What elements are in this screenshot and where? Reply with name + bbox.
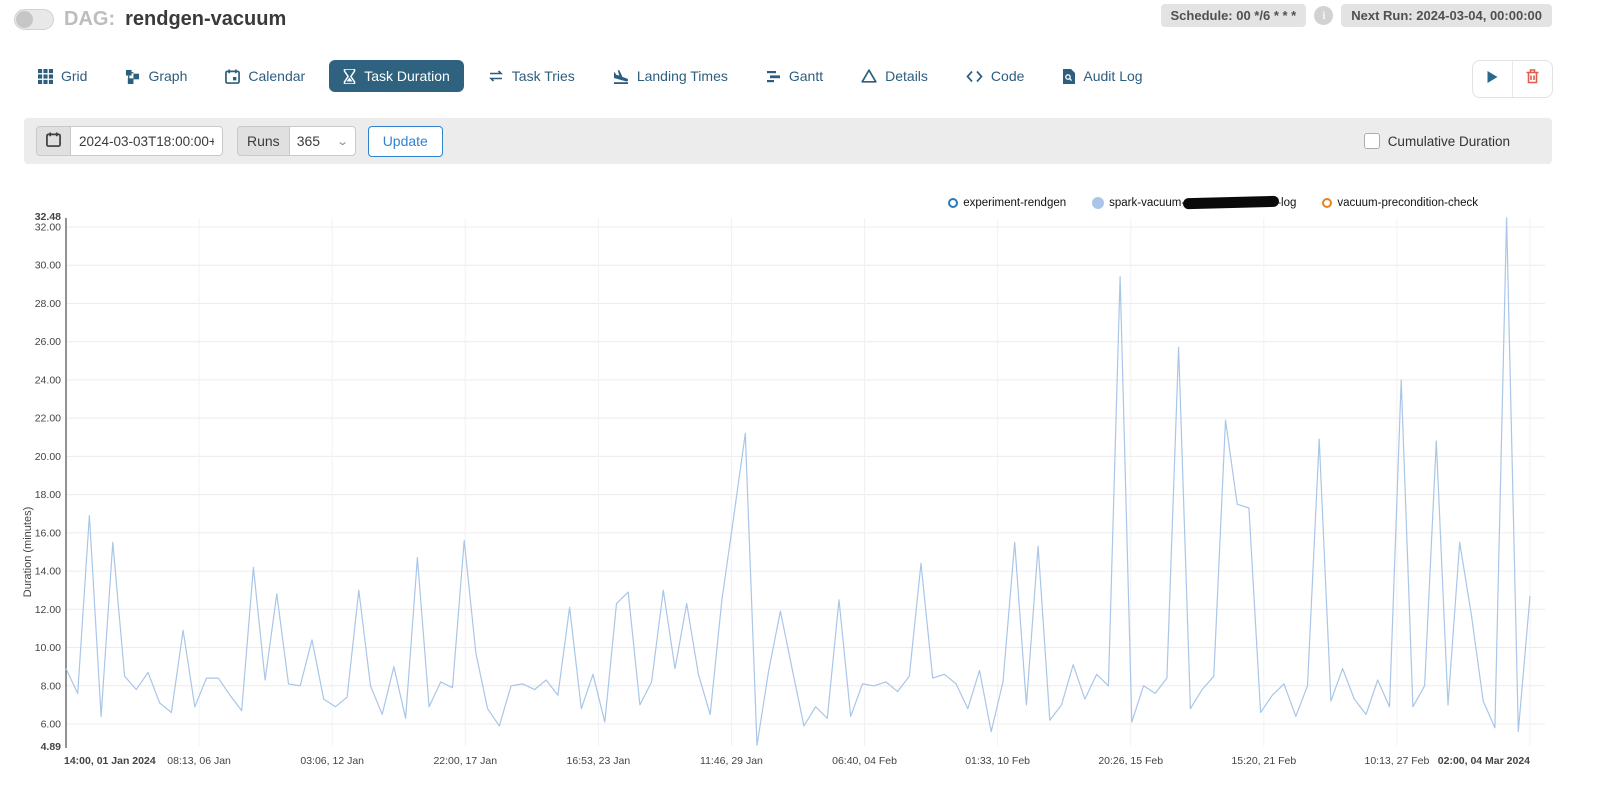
play-icon [1486,70,1499,89]
schedule-badge: Schedule: 00 */6 * * * [1161,4,1307,27]
legend-label: experiment-rendgen [963,197,1066,209]
calendar-small-icon [46,132,61,150]
svg-text:30.00: 30.00 [35,260,61,272]
legend-marker-hollow-orange [1322,198,1332,208]
svg-text:32.00: 32.00 [35,222,61,234]
dag-header: DAG: rendgen-vacuum Schedule: 00 */6 * *… [0,0,1600,44]
runs-select-value: 365 [297,133,320,149]
legend-label: vacuum-precondition-check [1337,197,1478,209]
svg-text:06:40, 04 Feb: 06:40, 04 Feb [832,755,897,767]
svg-text:10:13, 27 Feb: 10:13, 27 Feb [1365,755,1430,767]
calendar-icon [225,69,240,84]
tab-details[interactable]: Details [847,60,942,92]
update-button[interactable]: Update [368,126,443,157]
legend-marker-filled-blue [1092,197,1104,209]
svg-text:03:06, 12 Jan: 03:06, 12 Jan [300,755,364,767]
audit-log-icon [1062,69,1075,84]
svg-text:02:00, 04 Mar 2024: 02:00, 04 Mar 2024 [1438,755,1530,767]
svg-text:15:20, 21 Feb: 15:20, 21 Feb [1231,755,1296,767]
tab-gantt[interactable]: Gantt [752,60,837,92]
svg-text:10.00: 10.00 [35,642,61,654]
gantt-icon [766,70,781,83]
grid-icon [38,69,53,84]
chart-legend: experiment-rendgen spark-vacuum--log vac… [948,197,1478,209]
runs-label: Runs [237,126,290,156]
svg-text:24.00: 24.00 [35,374,61,386]
legend-marker-hollow-blue [948,198,958,208]
legend-item-spark-vacuum-log[interactable]: spark-vacuum--log [1092,197,1296,209]
dag-title: rendgen-vacuum [125,8,286,31]
tab-audit-log[interactable]: Audit Log [1048,60,1156,92]
next-run-badge: Next Run: 2024-03-04, 00:00:00 [1341,4,1552,27]
duration-filter-bar: Runs 365 ⌄ Update Cumulative Duration [24,118,1552,164]
tab-landing-times[interactable]: Landing Times [599,60,742,92]
tab-audit-log-label: Audit Log [1083,68,1142,84]
cumulative-duration-checkbox[interactable] [1364,133,1380,149]
svg-text:16:53, 23 Jan: 16:53, 23 Jan [567,755,631,767]
svg-text:01:33, 10 Feb: 01:33, 10 Feb [965,755,1030,767]
tab-code-label: Code [991,68,1024,84]
legend-item-vacuum-precondition-check[interactable]: vacuum-precondition-check [1322,197,1478,209]
tab-grid-label: Grid [61,68,87,84]
date-picker-button[interactable] [36,126,71,156]
svg-text:8.00: 8.00 [41,680,62,692]
svg-text:12.00: 12.00 [35,604,61,616]
svg-text:08:13, 06 Jan: 08:13, 06 Jan [167,755,231,767]
svg-text:28.00: 28.00 [35,298,61,310]
tab-landing-times-label: Landing Times [637,68,728,84]
plane-landing-icon [613,69,629,84]
svg-text:6.00: 6.00 [41,719,62,731]
chevron-down-icon: ⌄ [337,135,350,148]
svg-text:22:00, 17 Jan: 22:00, 17 Jan [433,755,497,767]
duration-line-chart[interactable]: 14:00, 01 Jan 2024 08:13, 06 Jan 03:06, 12… [0,185,1600,791]
tab-task-tries-label: Task Tries [512,68,575,84]
svg-text:22.00: 22.00 [35,413,61,425]
tab-task-duration[interactable]: Task Duration [329,60,464,92]
graph-icon [125,69,140,84]
tab-calendar[interactable]: Calendar [211,60,319,92]
base-date-input[interactable] [71,126,223,156]
legend-item-experiment-rendgen[interactable]: experiment-rendgen [948,197,1066,209]
tab-calendar-label: Calendar [248,68,305,84]
redaction-blob [1183,196,1279,210]
delete-dag-button[interactable] [1512,61,1552,97]
dag-pause-toggle[interactable] [14,9,54,30]
toggle-knob [16,11,33,28]
dag-label: DAG: [64,8,115,31]
repeat-icon [488,69,504,83]
schedule-info-icon[interactable]: i [1314,6,1333,25]
tab-graph-label: Graph [148,68,187,84]
view-tabs: Grid Graph Calendar Task Duration Task T… [24,60,1157,92]
svg-text:14.00: 14.00 [35,566,61,578]
code-icon [966,70,983,83]
svg-text:26.00: 26.00 [35,336,61,348]
svg-text:11:46, 29 Jan: 11:46, 29 Jan [700,755,763,767]
details-icon [861,69,877,83]
legend-label: spark-vacuum--log [1109,197,1296,209]
tab-gantt-label: Gantt [789,68,823,84]
dag-action-buttons [1472,60,1553,98]
tab-details-label: Details [885,68,928,84]
trash-icon [1526,69,1539,89]
hourglass-icon [343,69,356,84]
tab-task-duration-label: Task Duration [364,68,450,84]
svg-text:20:26, 15 Feb: 20:26, 15 Feb [1098,755,1163,767]
svg-text:14:00, 01 Jan 2024: 14:00, 01 Jan 2024 [64,755,156,767]
svg-text:16.00: 16.00 [35,527,61,539]
trigger-dag-button[interactable] [1473,61,1512,97]
series-line [66,218,1530,745]
tab-graph[interactable]: Graph [111,60,201,92]
y-axis-title: Duration (minutes) [22,507,34,597]
tab-code[interactable]: Code [952,60,1038,92]
svg-text:4.89: 4.89 [41,741,62,753]
runs-select[interactable]: 365 ⌄ [290,126,356,156]
svg-text:18.00: 18.00 [35,489,61,501]
tab-grid[interactable]: Grid [24,60,101,92]
task-duration-chart: experiment-rendgen spark-vacuum--log vac… [0,185,1600,791]
tab-task-tries[interactable]: Task Tries [474,60,589,92]
cumulative-duration-label: Cumulative Duration [1388,134,1510,149]
svg-text:20.00: 20.00 [35,451,61,463]
